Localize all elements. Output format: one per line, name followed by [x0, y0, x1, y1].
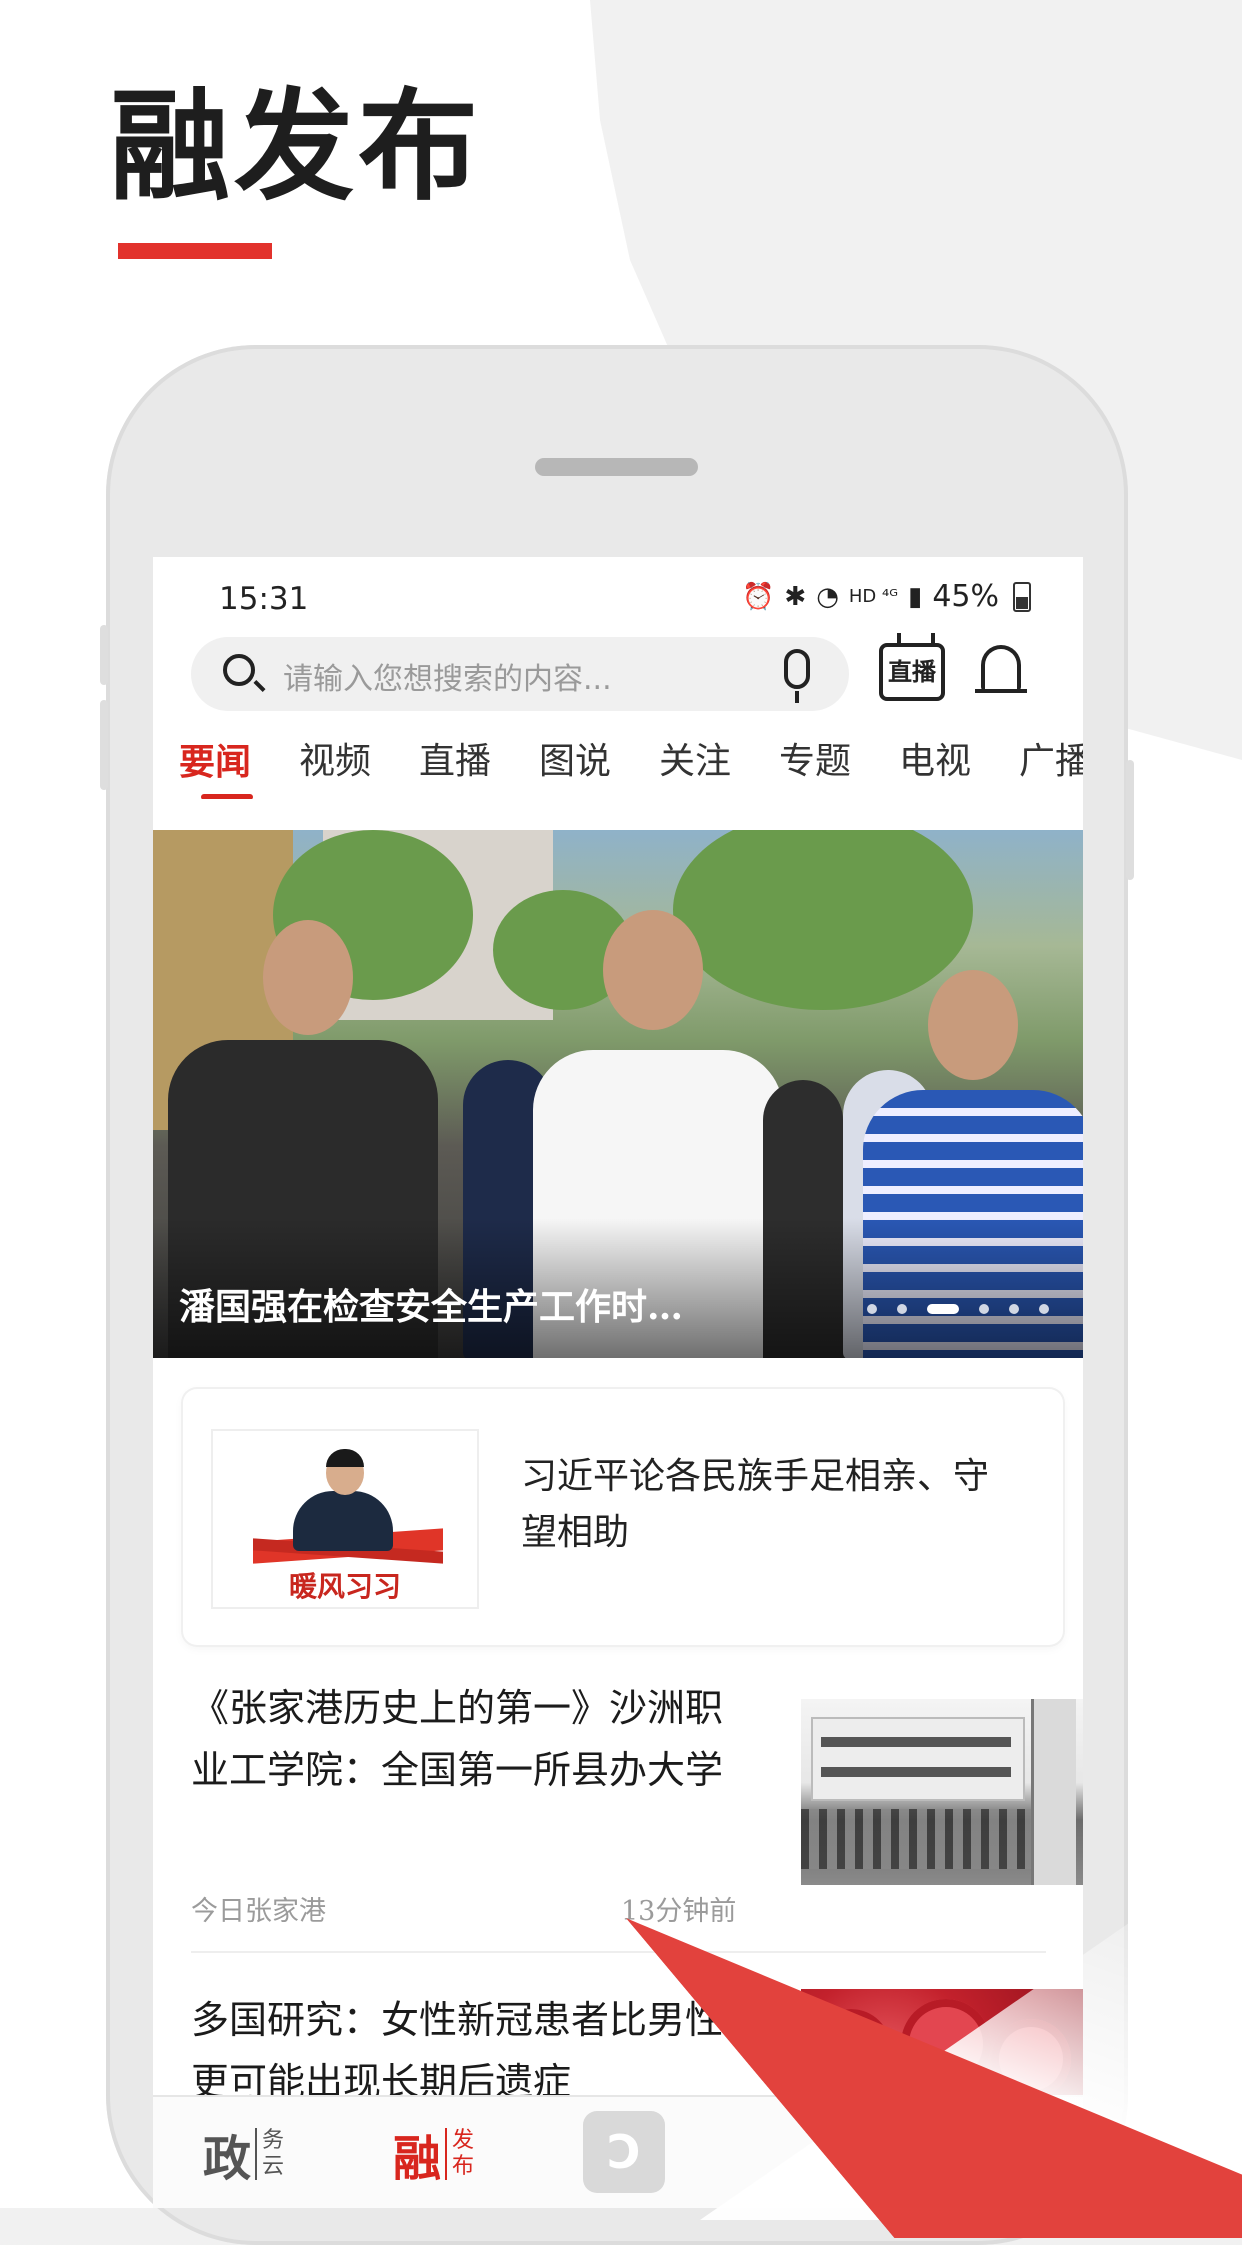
news-thumbnail: [801, 1699, 1083, 1885]
phone-side-button: [100, 625, 108, 685]
promo-title: 融发布: [110, 76, 482, 217]
phone-side-button: [100, 700, 108, 790]
nav-rongfabu-small1: 发: [452, 2128, 475, 2153]
thumb-building: [811, 1717, 1025, 1801]
feature-thumb-figure: [293, 1491, 393, 1551]
battery-percent: 45%: [932, 579, 999, 614]
feature-thumbnail: 暖风习习: [211, 1429, 479, 1609]
phone-side-button: [1126, 760, 1134, 880]
status-time: 15:31: [219, 581, 309, 617]
notification-bell-icon[interactable]: [975, 645, 1027, 693]
live-tv-label: 直播: [888, 658, 936, 686]
live-tv-button[interactable]: 直播: [879, 643, 945, 701]
nav-zhengwu[interactable]: 政 务 云: [203, 2119, 284, 2189]
banner-caption: 潘国强在检查安全生产工作时…: [179, 1286, 684, 1328]
news-title: 《张家港历史上的第一》沙洲职业工学院：全国第一所县办大学: [191, 1686, 724, 1792]
tab-follow[interactable]: 关注: [659, 737, 731, 787]
nav-zhengwu-small1: 务: [262, 2128, 285, 2153]
tab-yaowen[interactable]: 要闻: [179, 737, 251, 787]
status-bar: 15:31 ⏰ ✱ ◔ HD ⁴ᴳ ▮ 45%: [153, 557, 1083, 627]
microphone-icon[interactable]: [784, 649, 810, 703]
news-item[interactable]: 《张家港历史上的第一》沙洲职业工学院：全国第一所县办大学 今日张家港 13分钟前: [191, 1677, 1083, 1927]
banner-photo-person: [263, 920, 353, 1035]
tab-video[interactable]: 视频: [299, 737, 371, 787]
search-input[interactable]: 请输入您想搜索的内容...: [191, 637, 849, 711]
tab-photo[interactable]: 图说: [539, 737, 611, 787]
carousel-dot[interactable]: [1009, 1304, 1019, 1314]
thumb-crowd: [801, 1809, 1031, 1869]
signal-icon: ▮: [908, 581, 923, 612]
carousel-dot[interactable]: [979, 1304, 989, 1314]
search-icon: [223, 654, 255, 686]
nav-zhengwu-small: 务 云: [255, 2128, 284, 2180]
nav-zhengwu-small2: 云: [262, 2154, 285, 2179]
search-placeholder: 请输入您想搜索的内容...: [283, 662, 612, 697]
carousel-dot[interactable]: [1039, 1304, 1049, 1314]
banner-photo-person: [928, 970, 1018, 1080]
news-divider: [191, 1951, 1046, 1953]
phone-speaker: [535, 458, 698, 476]
active-tab-indicator: [201, 794, 253, 799]
news-source: 今日张家港: [191, 1896, 326, 1927]
status-icons: ⏰ ✱ ◔ HD ⁴ᴳ ▮ 45%: [742, 579, 1031, 614]
news-time: 13分钟前: [621, 1896, 737, 1927]
alarm-icon: ⏰: [742, 581, 775, 612]
feature-thumb-label: 暖风习习: [288, 1570, 401, 1603]
tab-tv[interactable]: 电视: [899, 737, 971, 787]
app-logo-icon[interactable]: Ͻ: [583, 2111, 665, 2193]
battery-icon: [1013, 581, 1031, 612]
tab-live[interactable]: 直播: [419, 737, 491, 787]
search-row: 请输入您想搜索的内容... 直播: [191, 637, 1051, 713]
wifi-icon: ◔: [816, 581, 839, 612]
phone-screen: 15:31 ⏰ ✱ ◔ HD ⁴ᴳ ▮ 45% 请输入您想搜索的内容... 直播…: [153, 557, 1083, 2208]
carousel-dot[interactable]: [897, 1304, 907, 1314]
feature-title: 习近平论各民族手足相亲、守望相助: [521, 1456, 990, 1553]
thumb-window-row: [821, 1737, 1011, 1747]
banner-carousel[interactable]: 潘国强在检查安全生产工作时…: [153, 830, 1083, 1358]
network-label: HD ⁴ᴳ: [848, 586, 898, 607]
category-tabs: 要闻 视频 直播 图说 关注 专题 电视 广播: [153, 737, 1083, 799]
nav-rongfabu-small2: 布: [452, 2154, 475, 2179]
tab-radio[interactable]: 广播: [1019, 737, 1083, 787]
feature-thumb-figure: [326, 1449, 364, 1467]
banner-photo-person: [603, 910, 703, 1030]
carousel-dots: [867, 1304, 1049, 1314]
nav-rongfabu-small: 发 布: [445, 2128, 474, 2180]
carousel-dot-active[interactable]: [927, 1304, 959, 1314]
promo-title-underline: [118, 243, 272, 259]
thumb-gate: [1031, 1699, 1076, 1885]
carousel-dot[interactable]: [867, 1304, 877, 1314]
feature-card[interactable]: 暖风习习 习近平论各民族手足相亲、守望相助: [183, 1389, 1063, 1645]
nav-zhengwu-big: 政: [203, 2131, 252, 2187]
nav-rongfabu-big: 融: [393, 2131, 442, 2187]
bluetooth-icon: ✱: [784, 581, 807, 612]
tab-topics[interactable]: 专题: [779, 737, 851, 787]
banner-photo-tree: [673, 830, 973, 1010]
nav-rongfabu[interactable]: 融 发 布: [393, 2119, 474, 2189]
thumb-window-row: [821, 1767, 1011, 1777]
